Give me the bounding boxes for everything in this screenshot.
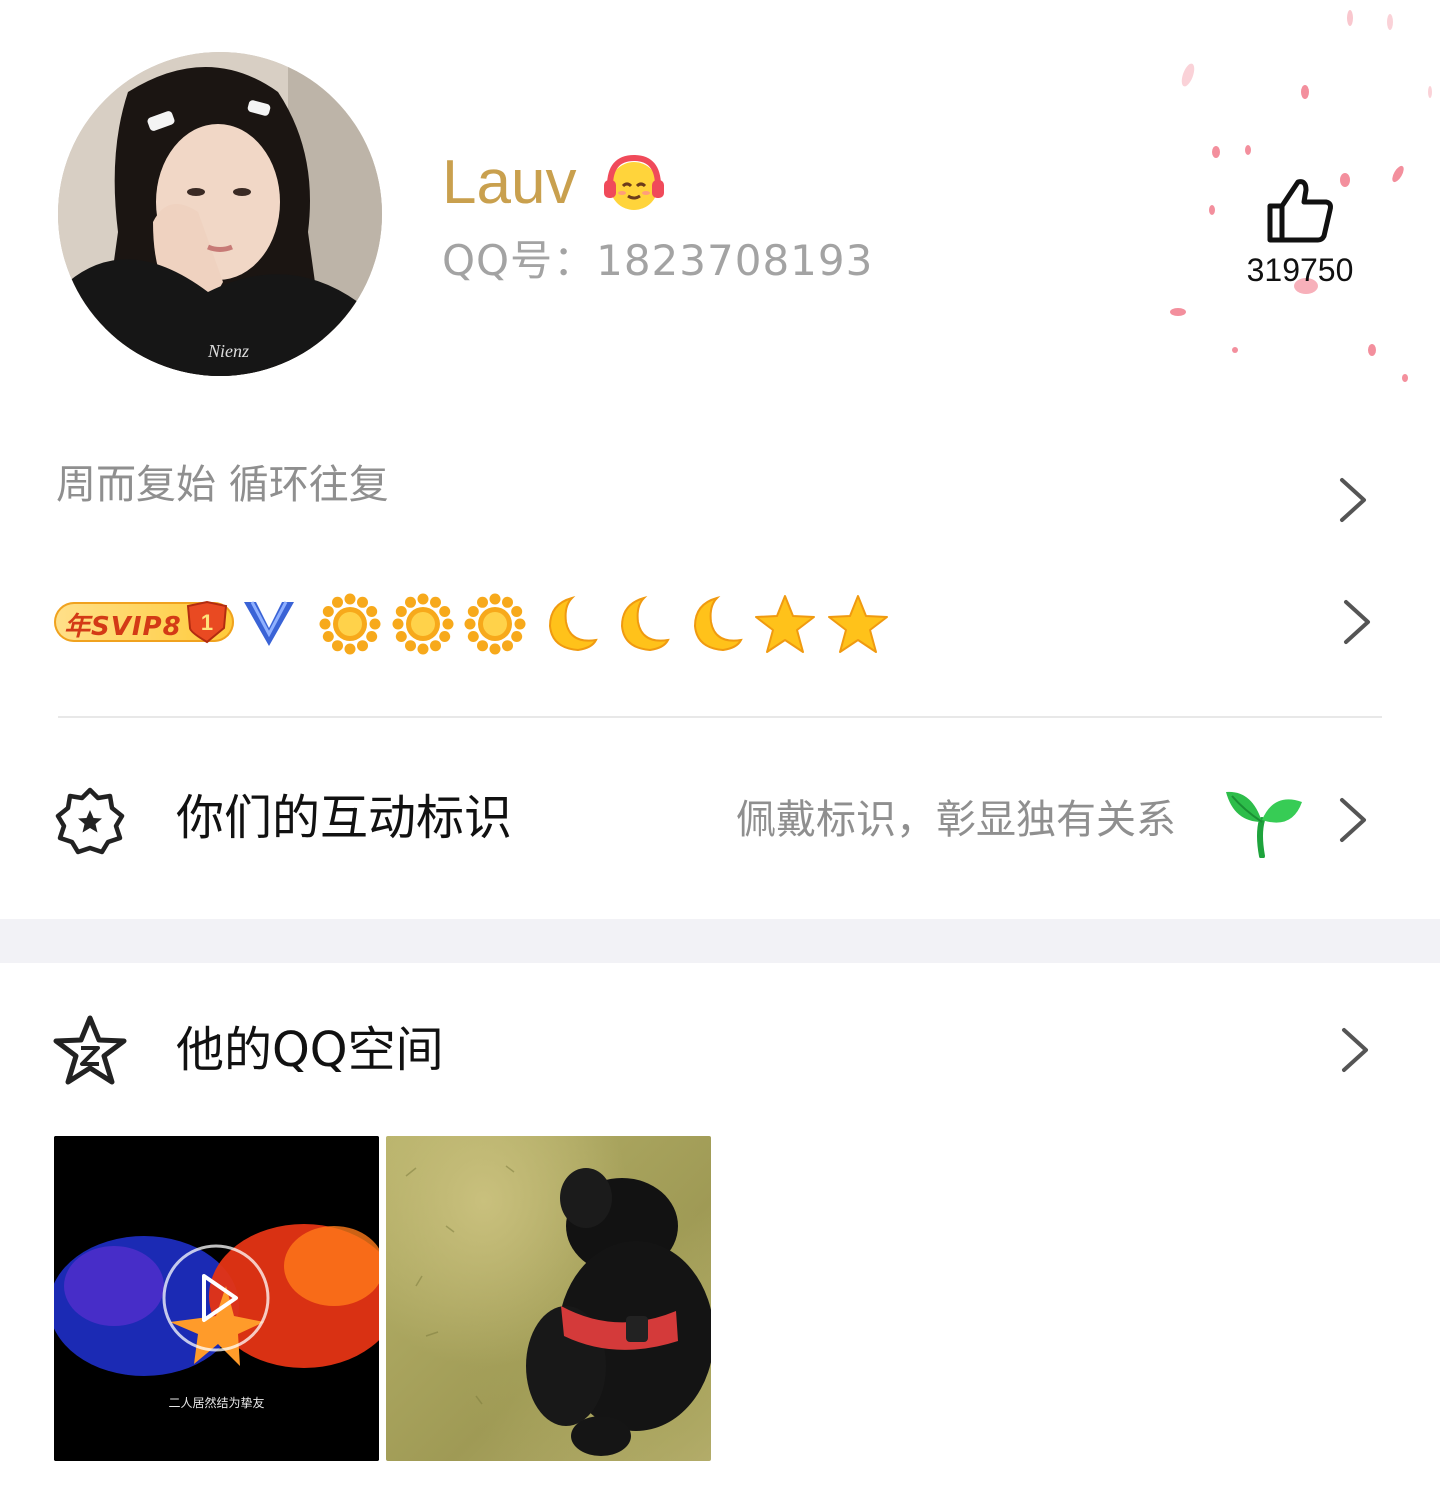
avatar[interactable]: Nienz <box>58 52 382 376</box>
interaction-hint: 佩戴标识，彰显独有关系 <box>736 797 1176 843</box>
badges-row[interactable]: 年SVIP8 1 <box>0 580 1440 670</box>
moon-level-icon <box>620 596 670 652</box>
avatar-portrait: Nienz <box>58 52 382 376</box>
qq-number: QQ号：1823708193 <box>442 236 874 285</box>
star-level-icon <box>827 595 888 653</box>
nickname: Lauv <box>442 148 577 217</box>
qzone-photo-grid: 二人居然结为挚友 <box>54 1136 714 1462</box>
sun-level-icon <box>464 593 526 655</box>
qzone-star-icon <box>53 1015 127 1085</box>
interaction-badge-row[interactable]: 你们的互动标识 佩戴标识，彰显独有关系 <box>0 760 1440 880</box>
sprout-icon <box>1226 791 1302 858</box>
video-thumbnail[interactable]: 二人居然结为挚友 <box>54 1136 379 1461</box>
dog-photo[interactable] <box>386 1136 711 1461</box>
qzone-title: 他的QQ空间 <box>176 1022 444 1078</box>
star-level-icon <box>755 595 815 653</box>
sun-level-icon <box>392 593 453 655</box>
interaction-title: 你们的互动标识 <box>176 790 513 846</box>
chevron-right-icon <box>1344 600 1370 644</box>
sun-level-icon <box>319 593 381 655</box>
svg-text:Nienz: Nienz <box>207 341 249 361</box>
signature-text: 周而复始 循环往复 <box>56 462 389 508</box>
video-caption: 二人居然结为挚友 <box>168 1396 265 1410</box>
badge-star-icon <box>55 787 125 855</box>
qzone-row[interactable]: 他的QQ空间 <box>0 1000 1440 1100</box>
vip-v-icon <box>244 601 294 646</box>
moon-level-icon <box>693 596 743 652</box>
headphones-face-emoji[interactable] <box>602 152 666 216</box>
like-count: 319750 <box>1246 252 1354 288</box>
svip-label: 年SVIP8 <box>64 612 182 642</box>
divider <box>58 716 1382 718</box>
signature-row[interactable]: 周而复始 循环往复 <box>0 440 1440 550</box>
chevron-right-icon <box>1340 478 1366 522</box>
svip-badge: 年SVIP8 1 <box>54 600 234 644</box>
video-art <box>54 1136 379 1461</box>
chevron-right-icon <box>1340 798 1366 842</box>
svip-rank: 1 <box>201 610 213 635</box>
chevron-right-icon <box>1342 1028 1368 1072</box>
dog-art <box>405 1165 711 1456</box>
section-separator <box>0 919 1440 963</box>
moon-level-icon <box>548 596 598 652</box>
like-button[interactable]: 319750 <box>1226 172 1374 296</box>
shield-rank-icon: 1 <box>186 600 228 644</box>
thumbs-up-icon <box>1267 179 1333 243</box>
